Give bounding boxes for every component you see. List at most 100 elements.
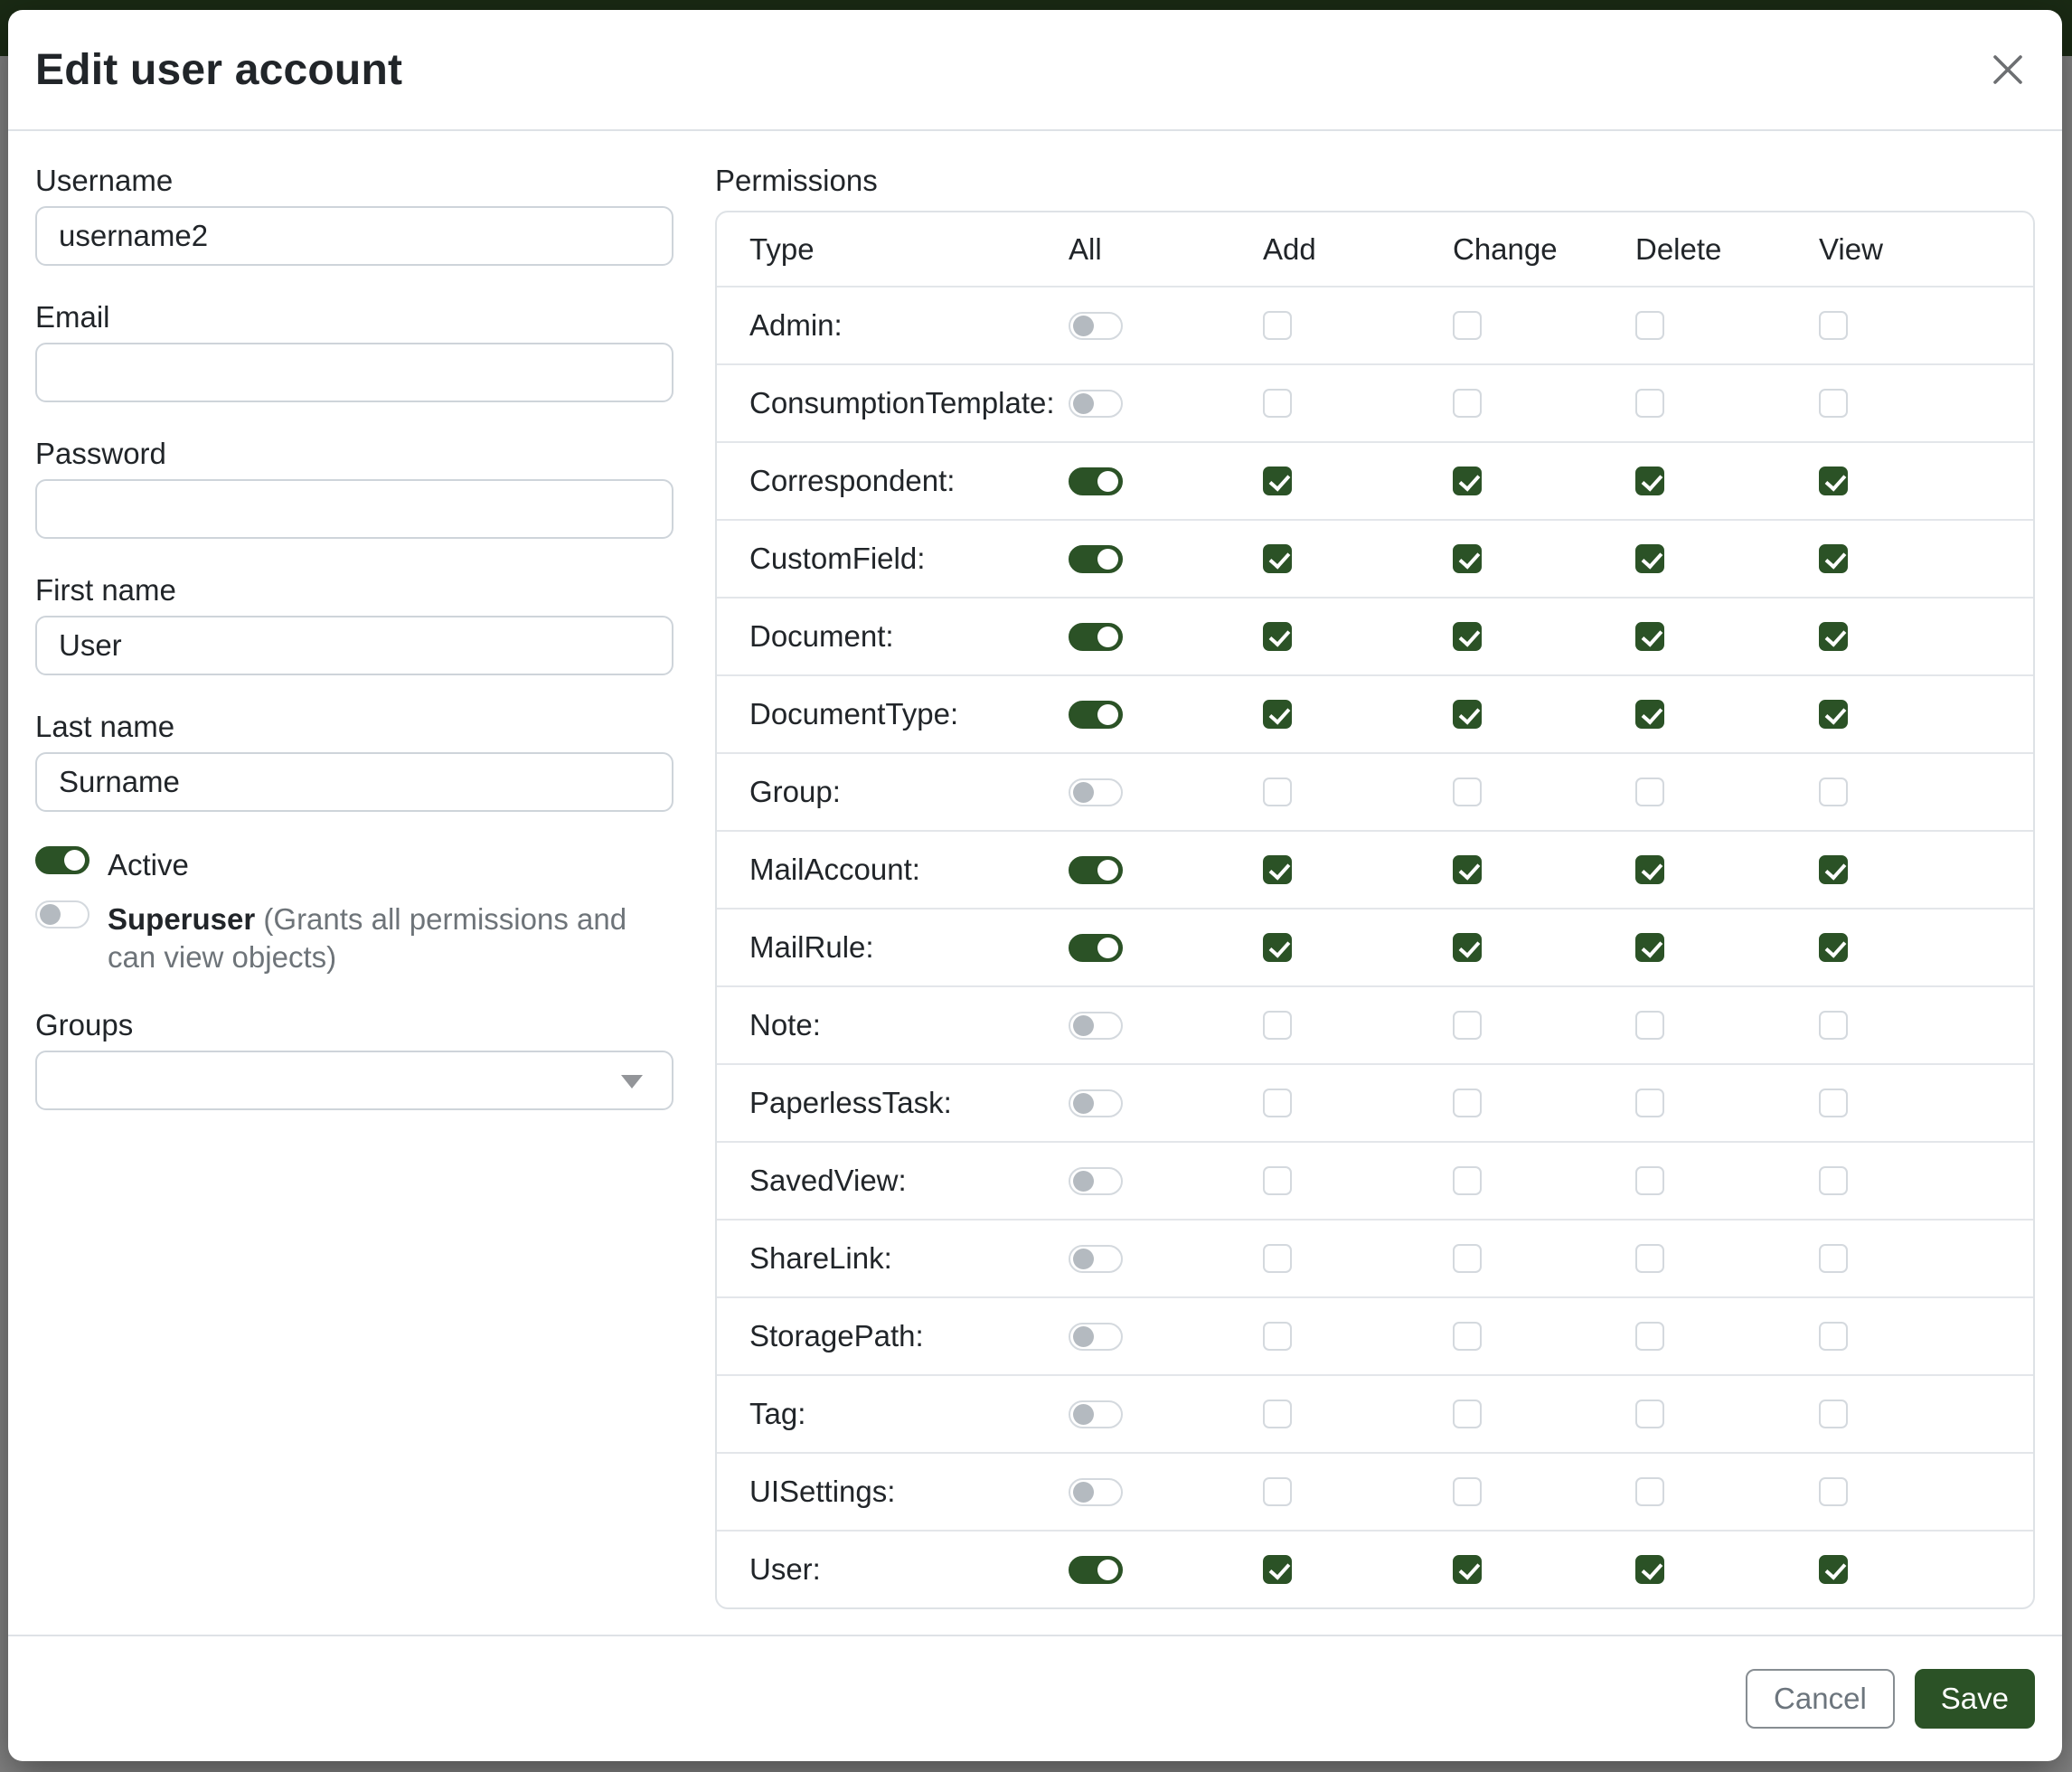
perm-change-checkbox[interactable]: [1453, 1089, 1482, 1117]
perm-delete-checkbox[interactable]: [1635, 622, 1664, 651]
perm-view-checkbox[interactable]: [1819, 855, 1848, 884]
perm-change-checkbox[interactable]: [1453, 1244, 1482, 1273]
perm-add-checkbox[interactable]: [1263, 1400, 1292, 1428]
perm-all-toggle[interactable]: [1069, 778, 1123, 806]
perm-view-checkbox[interactable]: [1819, 1089, 1848, 1117]
perm-all-toggle[interactable]: [1069, 1012, 1123, 1040]
perm-view-checkbox[interactable]: [1819, 467, 1848, 495]
email-input[interactable]: [35, 343, 673, 402]
perm-change-checkbox[interactable]: [1453, 622, 1482, 651]
toggle-knob: [1097, 1560, 1118, 1580]
perm-change-checkbox[interactable]: [1453, 933, 1482, 962]
perm-delete-checkbox[interactable]: [1635, 1166, 1664, 1195]
perm-view-checkbox[interactable]: [1819, 1400, 1848, 1428]
superuser-toggle[interactable]: [35, 900, 89, 928]
perm-all-toggle[interactable]: [1069, 312, 1123, 340]
perm-add-checkbox[interactable]: [1263, 700, 1292, 729]
perm-add-checkbox[interactable]: [1263, 1555, 1292, 1584]
perm-view-checkbox[interactable]: [1819, 1555, 1848, 1584]
perm-view-checkbox[interactable]: [1819, 389, 1848, 418]
col-header-change: Change: [1453, 232, 1635, 267]
perm-change-checkbox[interactable]: [1453, 389, 1482, 418]
active-toggle[interactable]: [35, 846, 89, 874]
username-input[interactable]: [35, 206, 673, 266]
last-name-input[interactable]: [35, 752, 673, 812]
perm-change-checkbox[interactable]: [1453, 544, 1482, 573]
perm-add-checkbox[interactable]: [1263, 933, 1292, 962]
perm-add-checkbox[interactable]: [1263, 467, 1292, 495]
perm-change-checkbox[interactable]: [1453, 778, 1482, 806]
perm-add-checkbox[interactable]: [1263, 1322, 1292, 1351]
perm-add-checkbox[interactable]: [1263, 1011, 1292, 1040]
perm-view-checkbox[interactable]: [1819, 622, 1848, 651]
perm-all-toggle[interactable]: [1069, 545, 1123, 573]
perm-delete-checkbox[interactable]: [1635, 855, 1664, 884]
perm-all-toggle[interactable]: [1069, 390, 1123, 418]
perm-change-checkbox[interactable]: [1453, 1322, 1482, 1351]
perm-delete-checkbox[interactable]: [1635, 1244, 1664, 1273]
perm-add-checkbox[interactable]: [1263, 1166, 1292, 1195]
perm-add-checkbox[interactable]: [1263, 855, 1292, 884]
perm-change-checkbox[interactable]: [1453, 1555, 1482, 1584]
perm-delete-checkbox[interactable]: [1635, 933, 1664, 962]
perm-all-toggle[interactable]: [1069, 856, 1123, 884]
perm-change-checkbox[interactable]: [1453, 467, 1482, 495]
perm-all-toggle[interactable]: [1069, 467, 1123, 495]
perm-all-toggle[interactable]: [1069, 701, 1123, 729]
password-input[interactable]: [35, 479, 673, 539]
perm-delete-checkbox[interactable]: [1635, 389, 1664, 418]
perm-add-checkbox[interactable]: [1263, 622, 1292, 651]
perm-change-checkbox[interactable]: [1453, 1477, 1482, 1506]
perm-change-checkbox[interactable]: [1453, 855, 1482, 884]
perm-delete-checkbox[interactable]: [1635, 1477, 1664, 1506]
perm-delete-checkbox[interactable]: [1635, 1400, 1664, 1428]
perm-delete-checkbox[interactable]: [1635, 778, 1664, 806]
perm-delete-checkbox[interactable]: [1635, 544, 1664, 573]
perm-delete-checkbox[interactable]: [1635, 1555, 1664, 1584]
perm-view-checkbox[interactable]: [1819, 544, 1848, 573]
groups-select[interactable]: [35, 1051, 673, 1110]
perm-delete-checkbox[interactable]: [1635, 467, 1664, 495]
perm-row: Correspondent:: [717, 441, 2033, 519]
perm-view-checkbox[interactable]: [1819, 700, 1848, 729]
perm-all-toggle[interactable]: [1069, 1478, 1123, 1506]
perm-add-checkbox[interactable]: [1263, 1089, 1292, 1117]
perm-add-checkbox[interactable]: [1263, 1477, 1292, 1506]
perm-all-toggle[interactable]: [1069, 623, 1123, 651]
perm-delete-checkbox[interactable]: [1635, 311, 1664, 340]
perm-all-toggle[interactable]: [1069, 1245, 1123, 1273]
perm-all-toggle[interactable]: [1069, 934, 1123, 962]
perm-all-toggle[interactable]: [1069, 1167, 1123, 1195]
cancel-button[interactable]: Cancel: [1746, 1669, 1895, 1729]
perm-add-checkbox[interactable]: [1263, 778, 1292, 806]
perm-view-checkbox[interactable]: [1819, 933, 1848, 962]
perm-add-checkbox[interactable]: [1263, 1244, 1292, 1273]
perm-change-checkbox[interactable]: [1453, 1011, 1482, 1040]
perm-change-checkbox[interactable]: [1453, 1166, 1482, 1195]
perm-view-checkbox[interactable]: [1819, 1244, 1848, 1273]
perm-row: Note:: [717, 985, 2033, 1063]
perm-change-checkbox[interactable]: [1453, 1400, 1482, 1428]
perm-delete-checkbox[interactable]: [1635, 700, 1664, 729]
perm-delete-checkbox[interactable]: [1635, 1089, 1664, 1117]
perm-view-checkbox[interactable]: [1819, 1011, 1848, 1040]
perm-view-checkbox[interactable]: [1819, 778, 1848, 806]
perm-add-checkbox[interactable]: [1263, 544, 1292, 573]
perm-delete-checkbox[interactable]: [1635, 1322, 1664, 1351]
first-name-input[interactable]: [35, 616, 673, 675]
perm-view-checkbox[interactable]: [1819, 1322, 1848, 1351]
perm-change-checkbox[interactable]: [1453, 700, 1482, 729]
perm-add-checkbox[interactable]: [1263, 311, 1292, 340]
perm-all-toggle[interactable]: [1069, 1556, 1123, 1584]
perm-add-checkbox[interactable]: [1263, 389, 1292, 418]
perm-all-toggle[interactable]: [1069, 1323, 1123, 1351]
perm-all-toggle[interactable]: [1069, 1400, 1123, 1428]
close-button[interactable]: [1983, 44, 2033, 95]
perm-change-checkbox[interactable]: [1453, 311, 1482, 340]
save-button[interactable]: Save: [1915, 1669, 2035, 1729]
perm-delete-checkbox[interactable]: [1635, 1011, 1664, 1040]
perm-all-toggle[interactable]: [1069, 1089, 1123, 1117]
perm-view-checkbox[interactable]: [1819, 1166, 1848, 1195]
perm-view-checkbox[interactable]: [1819, 1477, 1848, 1506]
perm-view-checkbox[interactable]: [1819, 311, 1848, 340]
